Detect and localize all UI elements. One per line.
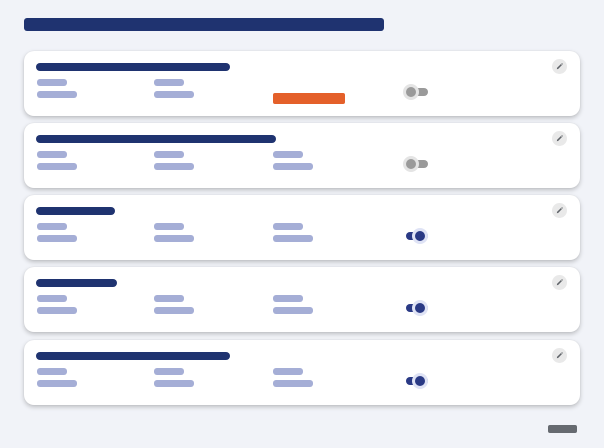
- card-field: [37, 223, 77, 242]
- field-label: [37, 295, 67, 302]
- card-field: [273, 295, 313, 314]
- pencil-icon: [555, 202, 564, 220]
- card-field: [154, 79, 194, 98]
- card-title: [36, 135, 276, 143]
- card-field: [154, 151, 194, 170]
- edit-button[interactable]: [552, 275, 567, 290]
- field-label: [154, 295, 184, 302]
- record-card: [24, 267, 580, 332]
- pencil-icon: [555, 347, 564, 365]
- card-title: [36, 207, 115, 215]
- card-title: [36, 63, 230, 71]
- edit-button[interactable]: [552, 348, 567, 363]
- field-value: [273, 235, 313, 242]
- field-label: [154, 79, 184, 86]
- toggle-knob: [412, 373, 428, 389]
- field-label: [273, 368, 303, 375]
- status-toggle[interactable]: [402, 155, 432, 173]
- toggle-knob: [403, 156, 419, 172]
- card-field: [154, 295, 194, 314]
- field-value: [154, 163, 194, 170]
- pencil-icon: [555, 130, 564, 148]
- record-card: [24, 123, 580, 188]
- card-field: [37, 368, 77, 387]
- page-title: [24, 18, 384, 31]
- status-toggle[interactable]: [402, 83, 432, 101]
- pencil-icon: [555, 274, 564, 292]
- card-field: [154, 223, 194, 242]
- field-label: [273, 295, 303, 302]
- field-value: [37, 163, 77, 170]
- field-value: [273, 307, 313, 314]
- status-toggle[interactable]: [402, 299, 432, 317]
- field-value: [37, 91, 77, 98]
- field-label: [273, 151, 303, 158]
- pencil-icon: [555, 58, 564, 76]
- field-label: [273, 223, 303, 230]
- edit-button[interactable]: [552, 59, 567, 74]
- card-title: [36, 352, 230, 360]
- record-card: [24, 340, 580, 405]
- field-label: [37, 79, 67, 86]
- card-field: [154, 368, 194, 387]
- edit-button[interactable]: [552, 203, 567, 218]
- field-value: [273, 380, 313, 387]
- field-value: [154, 307, 194, 314]
- field-label: [37, 151, 67, 158]
- card-field: [273, 368, 313, 387]
- card-field: [273, 223, 313, 242]
- status-toggle[interactable]: [402, 227, 432, 245]
- toggle-knob: [412, 300, 428, 316]
- field-label: [154, 368, 184, 375]
- field-value: [154, 380, 194, 387]
- footer-button[interactable]: [548, 425, 577, 433]
- field-value: [37, 235, 77, 242]
- edit-button[interactable]: [552, 131, 567, 146]
- record-card: [24, 195, 580, 260]
- card-field: [273, 151, 313, 170]
- toggle-knob: [403, 84, 419, 100]
- toggle-knob: [412, 228, 428, 244]
- record-card: [24, 51, 580, 116]
- field-label: [37, 368, 67, 375]
- card-field: [37, 151, 77, 170]
- status-toggle[interactable]: [402, 372, 432, 390]
- card-field: [37, 79, 77, 98]
- card-title: [36, 279, 117, 287]
- field-value: [154, 91, 194, 98]
- field-label: [37, 223, 67, 230]
- status-badge: [273, 93, 345, 104]
- field-value: [154, 235, 194, 242]
- field-value: [37, 307, 77, 314]
- field-value: [37, 380, 77, 387]
- field-label: [154, 151, 184, 158]
- field-label: [154, 223, 184, 230]
- field-value: [273, 163, 313, 170]
- card-field: [37, 295, 77, 314]
